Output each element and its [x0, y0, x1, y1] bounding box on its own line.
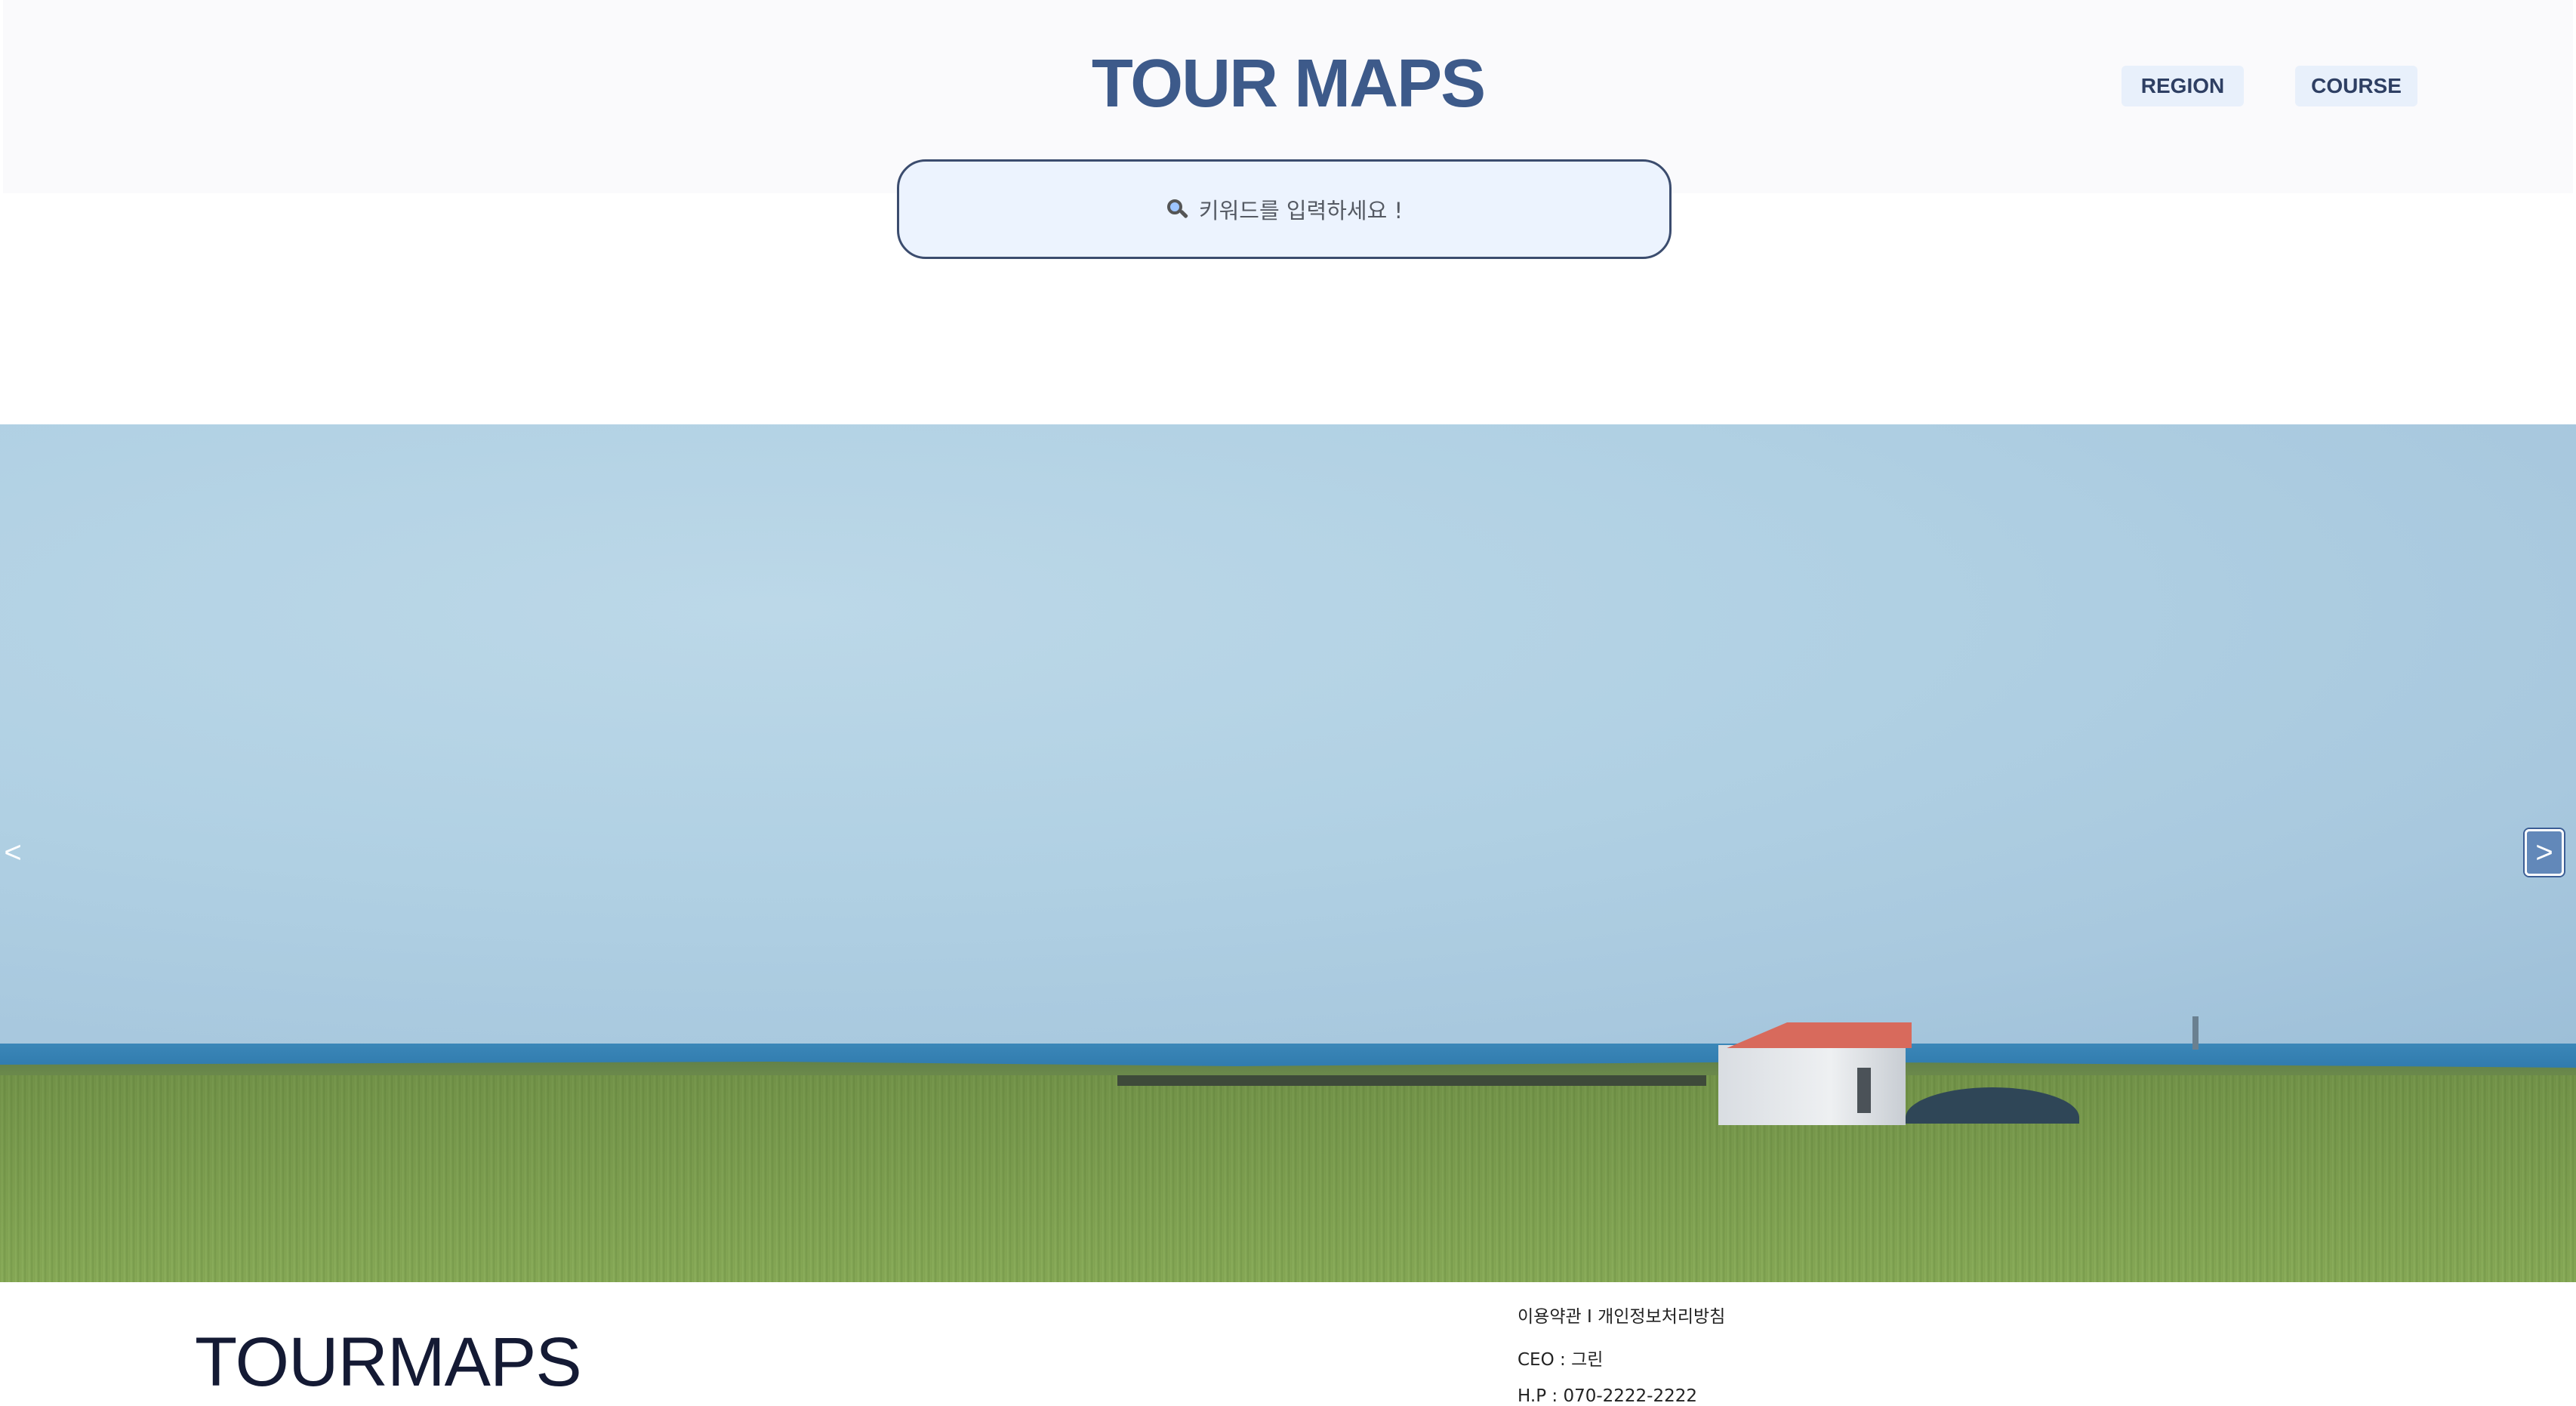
hero-field-shade	[0, 1075, 2576, 1282]
search-icon	[1166, 198, 1188, 220]
nav-course-button[interactable]: COURSE	[2295, 66, 2417, 106]
footer-phone: H.P : 070-2222-2222	[1518, 1386, 1698, 1406]
slider-prev-button[interactable]: <	[2, 829, 24, 876]
hero-lighthouse	[2192, 1016, 2199, 1050]
hero-barn	[1718, 1045, 1906, 1125]
hero-slider	[0, 424, 2576, 1282]
slider-next-button[interactable]: >	[2525, 829, 2564, 876]
footer-terms-link[interactable]: 이용약관	[1518, 1307, 1582, 1327]
search-input[interactable]: 키워드를 입력하세요 !	[897, 159, 1672, 259]
footer-links: 이용약관 I 개인정보처리방침	[1518, 1302, 1725, 1327]
hero-barn-door	[1857, 1068, 1871, 1113]
hero-stone-wall	[1117, 1075, 1706, 1086]
hero-sky	[0, 424, 2576, 1044]
footer-logo: TOURMAPS	[195, 1324, 582, 1401]
footer-privacy-link[interactable]: 개인정보처리방침	[1598, 1307, 1725, 1327]
search-placeholder: 키워드를 입력하세요 !	[1198, 198, 1404, 224]
footer-ceo: CEO : 그린	[1518, 1350, 1604, 1370]
nav-region-button[interactable]: REGION	[2122, 66, 2244, 106]
footer-separator: I	[1586, 1307, 1592, 1327]
